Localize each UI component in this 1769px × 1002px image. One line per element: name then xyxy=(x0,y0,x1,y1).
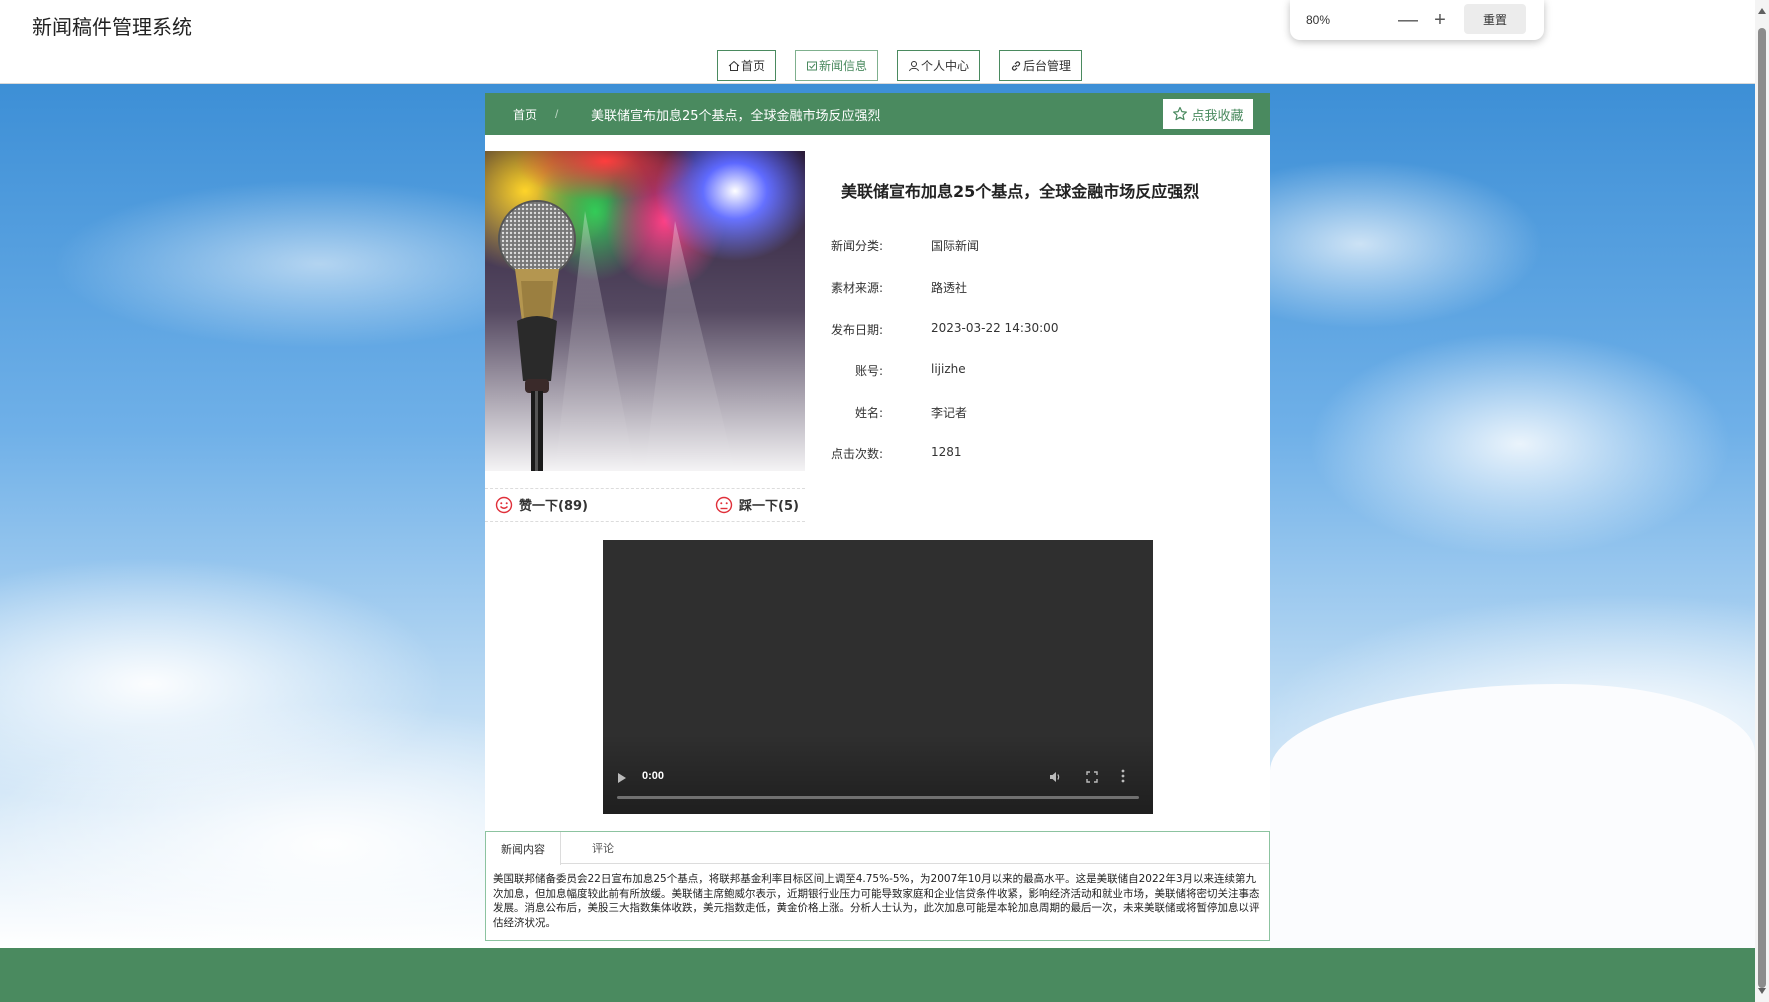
dislike-label: 踩一下(5) xyxy=(739,499,799,514)
user-icon xyxy=(909,60,920,71)
video-progress-bar[interactable] xyxy=(617,796,1139,799)
scroll-thumb[interactable] xyxy=(1758,28,1766,988)
field-label: 发布日期: xyxy=(831,323,884,337)
main-nav: 首页 新闻信息 个人中心 后台管理 xyxy=(717,50,1083,81)
field-value: 路透社 xyxy=(931,281,968,295)
site-title: 新闻稿件管理系统 xyxy=(32,15,192,39)
video-time: 0:00 xyxy=(642,770,665,782)
breadcrumb-current: 美联储宣布加息25个基点，全球金融市场反应强烈 xyxy=(591,108,881,124)
field-label: 点击次数: xyxy=(831,447,884,461)
nav-item-home[interactable]: 首页 xyxy=(717,50,777,81)
play-icon[interactable] xyxy=(618,773,626,783)
dislike-button[interactable]: 踩一下(5) xyxy=(715,495,799,514)
breadcrumb-separator: / xyxy=(555,107,559,121)
favorite-label: 点我收藏 xyxy=(1191,108,1244,124)
reaction-bar: 赞一下(89) 踩一下(5) xyxy=(485,488,805,522)
field-value: lijizhe xyxy=(931,362,966,376)
nav-label-news: 新闻信息 xyxy=(819,59,868,73)
field-value: 1281 xyxy=(931,445,962,459)
nav-label-profile: 个人中心 xyxy=(921,59,970,73)
video-player[interactable]: 0:00 xyxy=(603,540,1153,814)
breadcrumb-home[interactable]: 首页 xyxy=(513,106,537,123)
zoom-reset-button[interactable]: 重置 xyxy=(1464,4,1526,34)
field-value: 李记者 xyxy=(931,406,968,420)
star-icon xyxy=(1173,106,1188,121)
tab-news-content[interactable]: 新闻内容 xyxy=(486,832,561,865)
frown-icon xyxy=(715,496,733,513)
tab-comments[interactable]: 评论 xyxy=(578,832,628,864)
like-label: 赞一下(89) xyxy=(519,499,588,514)
nav-label-home: 首页 xyxy=(741,59,766,73)
nav-item-admin[interactable]: 后台管理 xyxy=(999,50,1083,81)
news-title: 美联储宣布加息25个基点，全球金融市场反应强烈 xyxy=(841,182,1200,201)
field-label: 账号: xyxy=(855,364,884,378)
field-label: 新闻分类: xyxy=(831,239,884,253)
news-detail-panel: 首页 / 美联储宣布加息25个基点，全球金融市场反应强烈 点我收藏 赞一下(89… xyxy=(485,93,1270,941)
home-icon xyxy=(728,60,740,71)
like-button[interactable]: 赞一下(89) xyxy=(495,495,588,514)
nav-label-admin: 后台管理 xyxy=(1023,59,1072,73)
favorite-button[interactable]: 点我收藏 xyxy=(1162,98,1254,130)
field-label: 姓名: xyxy=(855,406,884,420)
news-icon xyxy=(807,61,818,70)
footer xyxy=(0,948,1755,1002)
zoom-in-button[interactable]: + xyxy=(1428,8,1452,32)
scroll-down-arrow-icon[interactable] xyxy=(1758,988,1766,994)
volume-icon[interactable] xyxy=(1048,770,1062,784)
nav-item-news[interactable]: 新闻信息 xyxy=(795,50,879,81)
page-scrollbar[interactable] xyxy=(1755,0,1769,1002)
zoom-popup: 80% — + 重置 xyxy=(1290,0,1544,40)
field-value: 2023-03-22 14:30:00 xyxy=(931,321,1059,335)
smile-icon xyxy=(495,496,513,513)
news-content-text: 美国联邦储备委员会22日宣布加息25个基点，将联邦基金利率目标区间上调至4.75… xyxy=(493,873,1260,929)
link-icon xyxy=(1011,60,1021,71)
news-image xyxy=(485,151,805,471)
nav-item-profile[interactable]: 个人中心 xyxy=(897,50,981,81)
video-controls-shade xyxy=(603,734,1153,814)
fullscreen-icon[interactable] xyxy=(1085,770,1099,784)
scroll-up-arrow-icon[interactable] xyxy=(1758,8,1766,14)
news-tabs: 新闻内容 评论 美国联邦储备委员会22日宣布加息25个基点，将联邦基金利率目标区… xyxy=(485,831,1270,941)
zoom-level: 80% xyxy=(1306,13,1331,27)
breadcrumb: 首页 / 美联储宣布加息25个基点，全球金融市场反应强烈 点我收藏 xyxy=(485,93,1270,135)
more-options-icon[interactable] xyxy=(1121,768,1125,784)
zoom-out-button[interactable]: — xyxy=(1396,8,1420,32)
field-label: 素材来源: xyxy=(831,281,884,295)
field-value: 国际新闻 xyxy=(931,239,980,253)
microphone-image xyxy=(485,151,805,471)
